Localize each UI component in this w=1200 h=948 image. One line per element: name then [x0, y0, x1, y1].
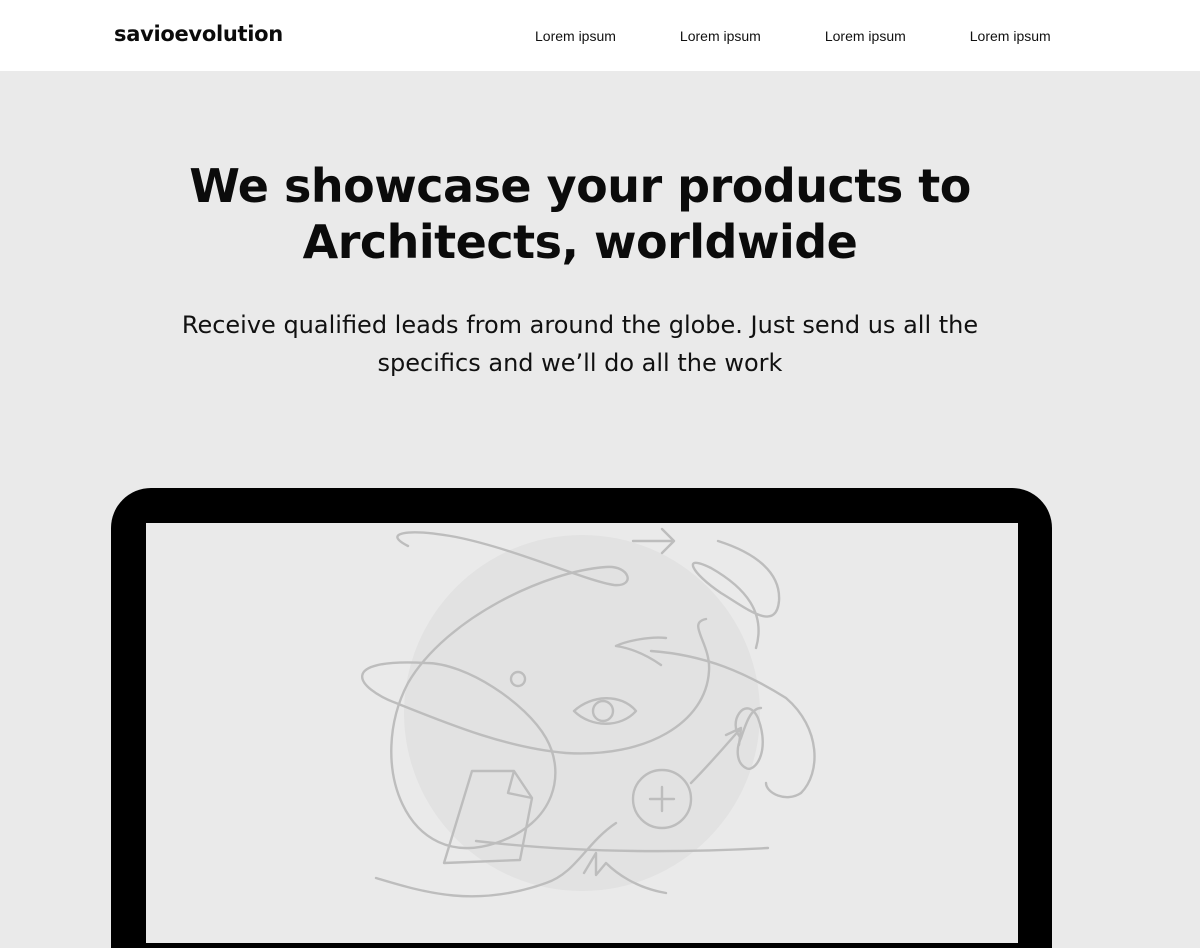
nav-link-1[interactable]: Lorem ipsum [535, 27, 616, 45]
nav-link-2[interactable]: Lorem ipsum [680, 27, 761, 45]
brand-logo[interactable]: savioevolution [114, 19, 283, 49]
hero-subtitle: Receive qualified leads from around the … [181, 311, 979, 377]
nav-link-4[interactable]: Lorem ipsum [970, 27, 1051, 45]
main-nav: Lorem ipsum Lorem ipsum Lorem ipsum Lore… [535, 0, 1051, 71]
nav-link-3[interactable]: Lorem ipsum [825, 27, 906, 45]
hero-title: We showcase your products to Architects,… [189, 159, 971, 269]
globe-shape [404, 535, 760, 891]
site-header: savioevolution Lorem ipsum Lorem ipsum L… [0, 0, 1200, 71]
globe-doodle-illustration [361, 527, 816, 898]
laptop-frame [111, 488, 1052, 948]
laptop-screen [146, 523, 1018, 943]
